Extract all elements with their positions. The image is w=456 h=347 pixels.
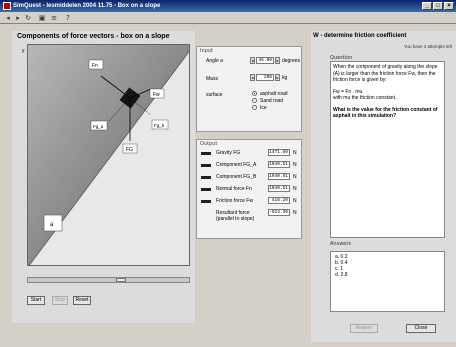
notes-icon[interactable]: ≡ <box>50 14 58 22</box>
friction-force-unit: N <box>293 198 297 204</box>
app-icon <box>3 2 11 10</box>
question-bold: What is the value for the friction const… <box>333 106 438 120</box>
fw-label: Fw <box>153 92 160 98</box>
refresh-icon[interactable]: ↻ <box>24 14 32 22</box>
surface-radio-asphalt[interactable] <box>252 91 257 96</box>
fn-label: Fn <box>92 63 98 69</box>
friction-force-label: Friction force Fw <box>216 198 253 204</box>
mass-input[interactable]: 200 <box>256 74 274 81</box>
component-b-value: 1040.51 <box>268 173 290 180</box>
stop-button[interactable]: Stop <box>52 296 68 305</box>
time-scrollbar[interactable] <box>27 277 190 283</box>
angle-increment[interactable]: ▸ <box>275 57 280 64</box>
answer-button[interactable]: Answer <box>350 324 378 333</box>
component-b-label: Component FG_B <box>216 174 257 180</box>
slope-simulation[interactable]: a Fn Fw FG Fg_a Fg_b <box>27 44 190 266</box>
resultant-force-value: -624.30 <box>268 209 290 216</box>
simulation-title: Components of force vectors - box on a s… <box>17 33 170 40</box>
resultant-force-unit: N <box>293 210 297 216</box>
mass-decrement[interactable]: ◂ <box>250 74 255 81</box>
surface-radio-sand[interactable] <box>252 98 257 103</box>
assignment-title: W - determine friction coefficient <box>313 33 407 39</box>
normal-force-label: Normal force Fn <box>216 186 252 192</box>
answers-label: Answers <box>330 241 352 247</box>
surface-label: surface <box>206 92 223 98</box>
angle-input[interactable]: 45.00 <box>256 57 274 64</box>
fg-a-label: Fg_a <box>93 124 104 129</box>
resultant-force-label: Resultant force (parallel to slope) <box>216 210 255 222</box>
angle-decrement[interactable]: ◂ <box>250 57 255 64</box>
forward-icon[interactable]: ▸ <box>14 14 22 22</box>
gravity-legend <box>201 152 211 155</box>
start-button[interactable]: Start <box>27 296 45 305</box>
component-a-legend <box>201 164 211 167</box>
component-a-value: 1040.51 <box>268 161 290 168</box>
attempts-remaining: You have 3 attempts left <box>403 44 452 49</box>
save-icon[interactable]: ▣ <box>38 14 46 22</box>
scrollbar-thumb[interactable] <box>116 278 126 282</box>
answer-option-d[interactable]: d. 2.8 <box>335 272 440 278</box>
surface-option-ice: Ice <box>260 105 267 111</box>
maximize-button[interactable]: □ <box>433 2 443 10</box>
input-panel: Input Angle a ◂ 45.00 ▸ degrees Mass ◂ 2… <box>196 46 302 132</box>
question-text-box: When the component of gravity along the … <box>330 61 445 238</box>
mass-unit: kg <box>282 75 288 81</box>
input-title: Input <box>200 48 213 54</box>
answers-list: a. 0.2 b. 0.4 c. 1 d. 2.8 <box>330 251 445 312</box>
component-b-unit: N <box>293 174 297 180</box>
back-icon[interactable]: ◂ <box>4 14 12 22</box>
y-axis-label: y <box>22 48 25 54</box>
angle-field-label: Angle a <box>206 58 223 64</box>
slope-canvas: a Fn Fw FG Fg_a Fg_b <box>28 45 189 265</box>
gravity-unit: N <box>293 150 297 156</box>
gravity-value: 1471.50 <box>268 149 290 156</box>
mass-increment[interactable]: ▸ <box>275 74 280 81</box>
title-bar: SimQuest - lesmiddelen 2004 11.75 - Box … <box>0 0 456 12</box>
normal-force-value: 1040.51 <box>268 185 290 192</box>
reset-button[interactable]: Reset <box>73 296 91 305</box>
output-panel: Output Gravity FG 1471.50 N Component FG… <box>196 139 302 239</box>
fg-label: FG <box>126 147 133 153</box>
surface-option-asphalt: asphalt road <box>260 91 288 97</box>
friction-force-value: 416.20 <box>268 197 290 204</box>
component-a-unit: N <box>293 162 297 168</box>
normal-force-unit: N <box>293 186 297 192</box>
gravity-label: Gravity FG <box>216 150 241 156</box>
component-a-label: Component FG_A <box>216 162 257 168</box>
angle-unit: degrees <box>282 58 301 64</box>
close-button[interactable]: × <box>444 2 454 10</box>
normal-force-legend <box>201 188 211 191</box>
fg-b-label: Fg_b <box>154 123 165 128</box>
close-dialog-button[interactable]: Close <box>406 324 436 333</box>
surface-radio-ice[interactable] <box>252 105 257 110</box>
surface-option-sand: Sand road <box>260 98 284 104</box>
output-title: Output <box>200 141 218 147</box>
mass-field-label: Mass <box>206 76 218 82</box>
question-paragraph-2: with mu the friction constant. <box>333 95 397 101</box>
friction-force-legend <box>201 200 211 203</box>
toolbar: ◂ ▸ ↻ ▣ ≡ ? <box>0 12 456 24</box>
help-icon[interactable]: ? <box>64 14 72 22</box>
minimize-button[interactable]: _ <box>422 2 432 10</box>
question-paragraph-1: When the component of gravity along the … <box>333 64 438 83</box>
window-title: SimQuest - lesmiddelen 2004 11.75 - Box … <box>13 3 161 9</box>
component-b-legend <box>201 176 211 179</box>
